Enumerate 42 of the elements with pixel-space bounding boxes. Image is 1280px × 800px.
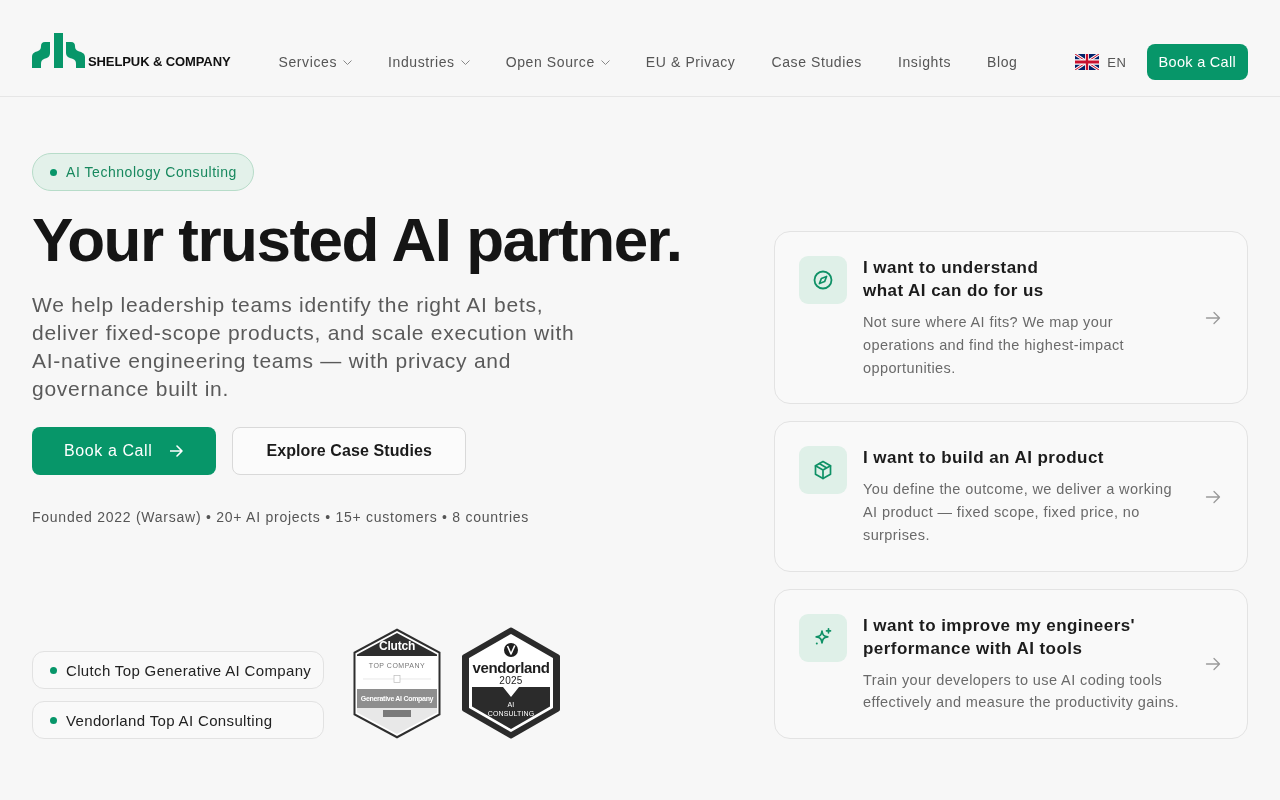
nav-link[interactable]: Case Studies	[771, 54, 862, 70]
option-card[interactable]: I want to understand what AI can do for us Not sure where AI fits? We map your operations and find the highest-impact opportunities.	[774, 231, 1248, 405]
badge-brand: vendorland	[472, 660, 550, 676]
language-selector[interactable]: EN	[1075, 54, 1127, 70]
sparkle-icon	[799, 613, 847, 662]
arrow-right-icon	[170, 445, 184, 457]
card-description: You define the outcome, we deliver a working AI product — fixed scope, fixed price, no surprises.	[863, 480, 1173, 545]
nav-link[interactable]: Insights	[897, 54, 951, 70]
card-title: I want to build an AI product	[863, 447, 1105, 470]
card-title: I want to improve my engineers' performance with AI tools	[863, 614, 1137, 660]
company-facts: Founded 2022 (Warsaw) • 20+ AI projects • 15+ customers • 8 countries	[32, 508, 530, 527]
arrow-right-icon	[1205, 655, 1221, 672]
hero-heading: Your trusted AI partner.	[32, 206, 682, 274]
option-card[interactable]: I want to improve my engineers' performance with AI tools Train your developers to use AI coding tools effectively and measure the productivity gains.	[774, 588, 1248, 739]
nav-link[interactable]: Services	[278, 54, 352, 70]
book-call-button[interactable]: Book a Call	[32, 427, 217, 475]
tag-text: AI Technology Consulting	[66, 164, 237, 180]
cube-icon	[799, 446, 847, 495]
badge-year: 2025	[499, 675, 523, 687]
nav-link[interactable]: EU & Privacy	[645, 54, 736, 70]
dot-icon	[50, 716, 57, 724]
compass-icon	[799, 256, 847, 305]
card-description: Not sure where AI fits? We map your operations and find the highest-impact opportunities.	[863, 313, 1126, 378]
nav-link[interactable]: Industries	[388, 54, 470, 70]
arrow-right-icon	[1205, 309, 1221, 326]
arrow-right-icon	[1205, 488, 1221, 505]
case-studies-button[interactable]: Explore Case Studies	[232, 427, 467, 475]
nav-link[interactable]: Blog	[987, 54, 1018, 70]
dot-icon	[50, 666, 57, 674]
card-description: Train your developers to use AI coding tools effectively and measure the productivity gains.	[863, 670, 1180, 713]
book-call-button[interactable]: Book a Call	[1146, 44, 1248, 80]
card-title: I want to understand what AI can do for us	[863, 257, 1045, 303]
flag-icon	[1075, 54, 1100, 70]
dot-icon	[50, 168, 57, 176]
option-card[interactable]: I want to build an AI product You define the outcome, we deliver a working AI product — fixed scope, fixed price, no surprises.	[774, 421, 1248, 572]
logo-wordmark[interactable]: SHELPUK & COMPANY	[88, 55, 231, 69]
logo-mark-icon[interactable]	[32, 33, 86, 69]
award-label: Clutch Top Generative AI Company	[66, 661, 312, 679]
badge-brand: Clutch	[378, 639, 416, 653]
award-label: Vendorland Top AI Consulting	[66, 711, 273, 729]
nav-link[interactable]: Open Source	[505, 54, 610, 70]
hero-description: We help leadership teams identify the right AI bets, deliver fixed-scope products, and scale execution with AI-native engineering teams — with privacy and governance built in.	[32, 292, 576, 402]
